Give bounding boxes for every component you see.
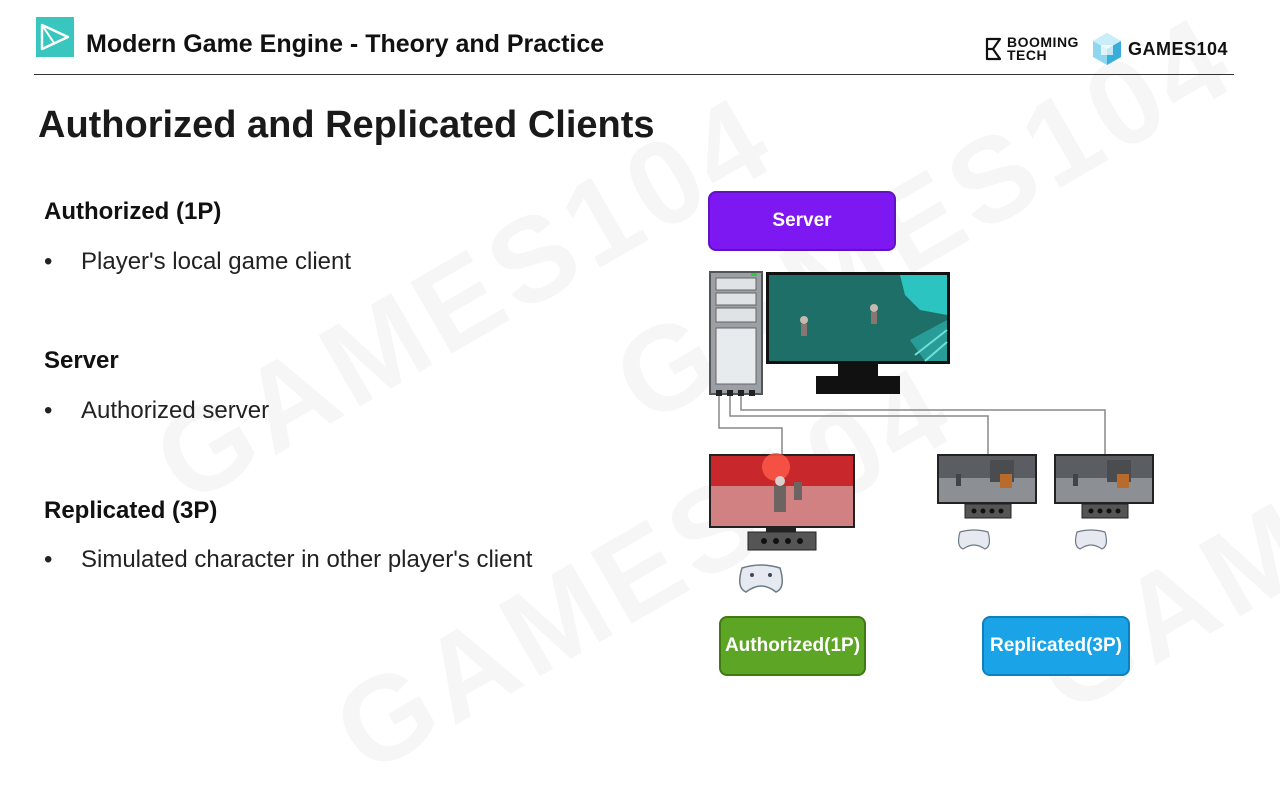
brand-games-text: GAMES104 [1128,38,1229,59]
gamepad-icon [957,529,991,550]
server-tower-icon [709,271,763,396]
bullet-dot: • [44,546,53,573]
play-logo-icon [36,17,74,57]
server-monitor-icon [766,272,950,394]
gamepad-icon [739,564,783,593]
bullet-authorized: • Player's local game client [44,248,351,276]
bullet-text: Simulated character in other player's cl… [81,546,533,573]
section-heading-server: Server [44,347,119,374]
slide-header: Modern Game Engine - Theory and Practice… [0,0,1280,76]
booming-tech-logo: BOOMING TECH [984,35,1079,63]
authorized-label: Authorized(1P) [719,616,866,676]
replicated-client-screen-2 [1054,454,1154,519]
bullet-replicated: • Simulated character in other player's c… [44,546,532,574]
section-heading-replicated: Replicated (3P) [44,497,218,524]
gamepad-icon [1074,529,1108,550]
network-diagram [709,271,1154,593]
course-title: Modern Game Engine - Theory and Practice [86,30,605,58]
games104-logo: GAMES104 [1092,32,1228,66]
connection-lines [718,396,1106,456]
bullet-text: Player's local game client [81,248,352,275]
header-divider [34,74,1234,75]
games104-cube-icon [1093,33,1121,65]
brand-booming-line2: TECH [1007,47,1048,63]
bullet-dot: • [44,397,53,424]
booming-tech-icon [985,37,1002,61]
bullet-dot: • [44,248,53,275]
bullet-server: • Authorized server [44,397,269,425]
authorized-client-screen [709,453,855,551]
replicated-client-screen-1 [937,454,1037,519]
server-label: Server [708,191,896,251]
bullet-text: Authorized server [81,397,270,424]
section-heading-authorized: Authorized (1P) [44,198,222,225]
slide-title: Authorized and Replicated Clients [38,104,655,146]
replicated-label: Replicated(3P) [982,616,1130,676]
